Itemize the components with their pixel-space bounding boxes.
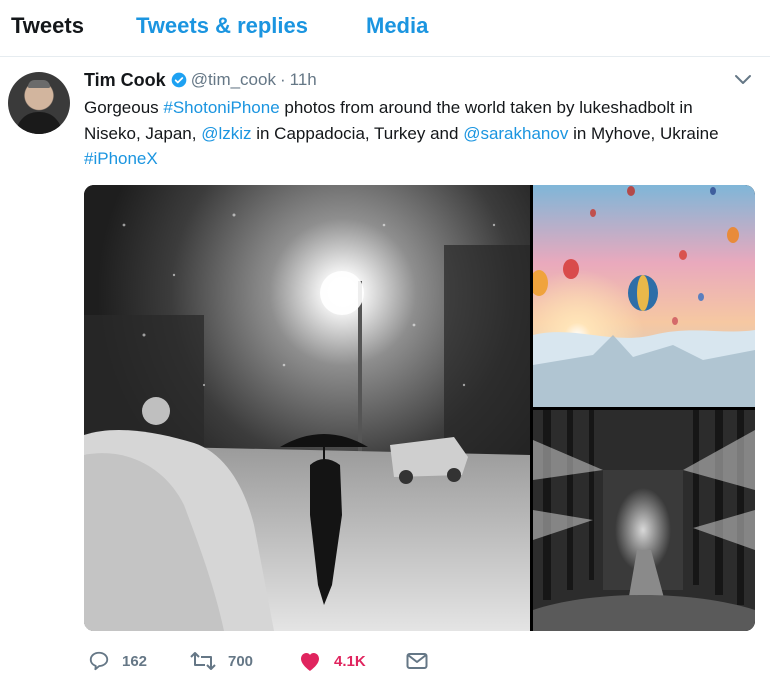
reply-count: 162 bbox=[122, 652, 148, 670]
separator-dot: · bbox=[279, 70, 286, 89]
photo-balloons[interactable] bbox=[533, 185, 755, 407]
like-button[interactable]: 4.1K bbox=[298, 647, 366, 675]
tweet-time[interactable]: 11h bbox=[290, 70, 317, 90]
envelope-icon bbox=[406, 653, 428, 669]
photo-forest-path[interactable] bbox=[533, 410, 755, 631]
tweet-text-segment: in Myhove, Ukraine bbox=[568, 123, 719, 143]
direct-message-button[interactable] bbox=[406, 647, 440, 675]
reply-icon bbox=[89, 651, 109, 671]
tab-tweets-and-replies[interactable]: Tweets & replies bbox=[136, 13, 308, 39]
mention-link[interactable]: @lzkiz bbox=[201, 124, 251, 143]
hashtag-link[interactable]: #iPhoneX bbox=[84, 149, 158, 168]
retweet-count: 700 bbox=[228, 652, 254, 670]
verified-badge-icon bbox=[171, 72, 187, 88]
avatar[interactable] bbox=[8, 72, 70, 134]
chevron-down-icon[interactable] bbox=[734, 72, 752, 86]
retweet-button[interactable]: 700 bbox=[190, 647, 253, 675]
tab-tweets[interactable]: Tweets bbox=[11, 13, 84, 39]
photo-snowy-street[interactable] bbox=[84, 185, 530, 631]
tweet-text: Gorgeous #ShotoniPhone photos from aroun… bbox=[84, 95, 754, 172]
tweet-header: Tim Cook @tim_cook · 11h bbox=[84, 69, 317, 91]
profile-tabs: Tweets Tweets & replies Media bbox=[0, 0, 770, 57]
tab-media[interactable]: Media bbox=[366, 13, 428, 39]
media-grid bbox=[84, 185, 755, 631]
like-count: 4.1K bbox=[334, 652, 366, 670]
tweet-text-segment: Gorgeous bbox=[84, 98, 164, 117]
heart-icon bbox=[301, 653, 319, 671]
mention-link[interactable]: @sarakhanov bbox=[463, 124, 568, 143]
hashtag-link[interactable]: #ShotoniPhone bbox=[163, 98, 279, 117]
author-name[interactable]: Tim Cook bbox=[84, 70, 166, 91]
tweet-text-segment: in Cappadocia, Turkey and bbox=[251, 123, 464, 143]
reply-button[interactable]: 162 bbox=[88, 647, 147, 675]
author-handle[interactable]: @tim_cook bbox=[191, 70, 276, 90]
retweet-icon bbox=[190, 652, 216, 670]
